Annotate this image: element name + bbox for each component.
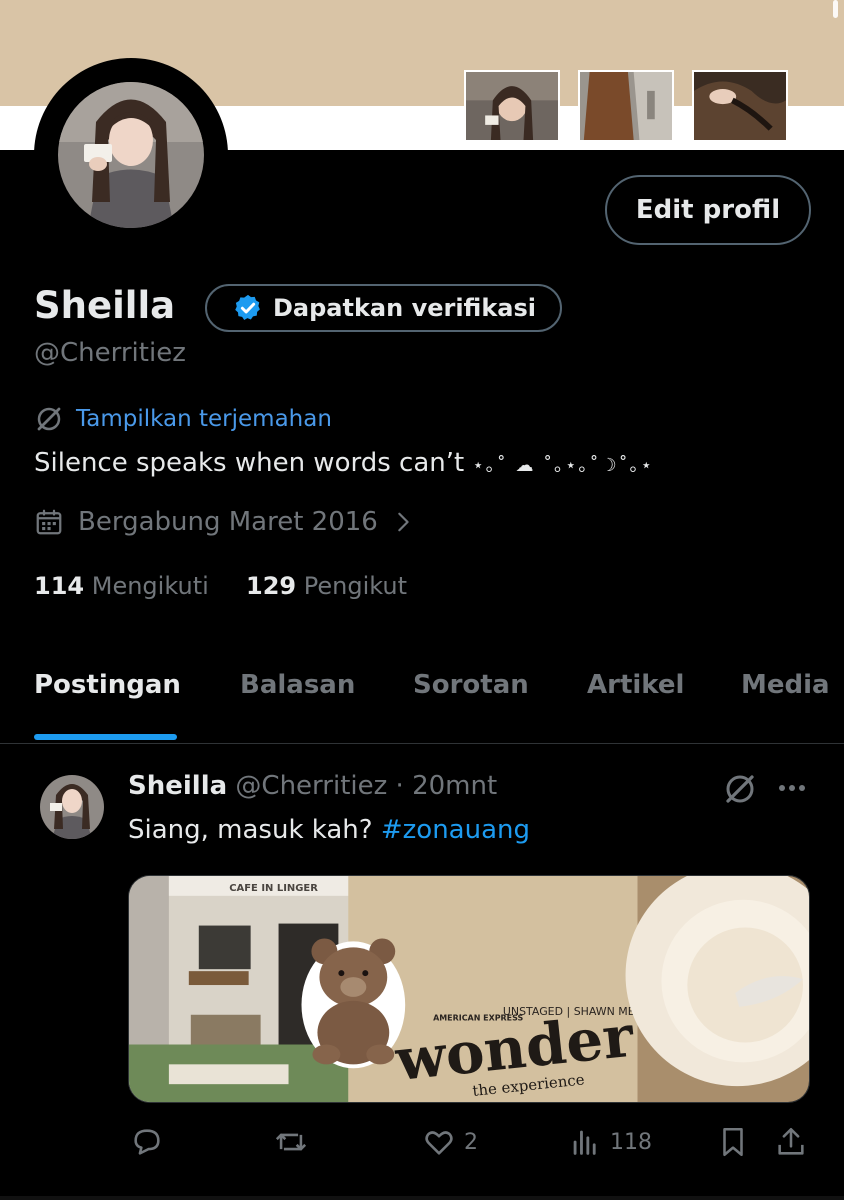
tab-postingan[interactable]: Postingan (34, 670, 181, 700)
chevron-right-icon (398, 512, 409, 532)
like-button[interactable]: 2 (422, 1125, 478, 1159)
banner-photo-2 (578, 70, 674, 142)
post-actions: 2 118 (0, 1125, 844, 1175)
share-icon (778, 1127, 804, 1155)
post-header: Sheilla @Cherritiez · 20mnt (128, 771, 497, 801)
profile-tabs: Postingan Balasan Sorotan Artikel Media (0, 640, 844, 744)
calendar-icon (36, 509, 62, 535)
post-text: Siang, masuk kah? #zonauang (128, 815, 530, 845)
following-count: 114 (34, 572, 85, 600)
bottom-divider (0, 1196, 844, 1200)
tab-media[interactable]: Media (741, 670, 830, 700)
following-label: Mengikuti (91, 572, 209, 600)
heart-icon (425, 1131, 453, 1155)
banner-photo-3 (692, 70, 788, 142)
more-icon[interactable] (776, 775, 808, 801)
bookmark-icon (723, 1127, 743, 1157)
teddy-bear-sticker (301, 938, 406, 1069)
avatar[interactable] (58, 82, 204, 228)
scrollbar-thumb[interactable] (833, 0, 838, 18)
reply-icon (134, 1129, 160, 1155)
show-translation-link[interactable]: Tampilkan terjemahan (34, 404, 332, 434)
active-tab-indicator (34, 734, 177, 740)
profile-handle: @Cherritiez (34, 338, 186, 368)
post-hashtag[interactable]: #zonauang (381, 815, 530, 845)
edit-profile-button[interactable]: Edit profil (605, 175, 811, 245)
following-link[interactable]: 114 Mengikuti (34, 572, 209, 600)
post-time[interactable]: 20mnt (412, 771, 497, 801)
post-avatar[interactable] (40, 775, 104, 839)
show-translation-label: Tampilkan terjemahan (76, 406, 332, 432)
grok-icon[interactable] (722, 771, 758, 807)
profile-bio: Silence speaks when words can’t ⋆｡˚ ☁︎ ˚… (34, 448, 654, 478)
cafe-sign: CAFE IN LINGER (229, 883, 318, 894)
repost-button[interactable] (274, 1125, 308, 1159)
followers-label: Pengikut (303, 572, 408, 600)
followers-link[interactable]: 129 Pengikut (246, 572, 407, 600)
verified-badge-icon (235, 294, 260, 320)
post-item[interactable]: Sheilla @Cherritiez · 20mnt Siang, masuk… (0, 745, 844, 1200)
post-media-image[interactable]: CAFE IN LINGER AMERICAN EXPRESS UNSTAGED… (128, 875, 810, 1103)
tab-artikel[interactable]: Artikel (587, 670, 684, 700)
repost-icon (275, 1133, 307, 1151)
joined-date[interactable]: Bergabung Maret 2016 (34, 507, 414, 537)
profile-name: Sheilla (34, 284, 176, 327)
profile-avatar-ring (34, 58, 228, 252)
get-verified-button[interactable]: Dapatkan verifikasi (205, 284, 563, 332)
tab-sorotan[interactable]: Sorotan (413, 670, 529, 700)
grok-translate-icon (37, 407, 61, 431)
share-button[interactable] (774, 1125, 808, 1159)
views-count: 118 (610, 1129, 652, 1155)
views-button[interactable]: 118 (568, 1125, 652, 1159)
like-count: 2 (464, 1129, 478, 1155)
bookmark-button[interactable] (716, 1125, 750, 1159)
joined-label: Bergabung Maret 2016 (78, 507, 378, 537)
post-body: Siang, masuk kah? (128, 815, 381, 845)
bio-decoration: ⋆｡˚ ☁︎ ˚｡⋆｡˚☽˚｡⋆ (472, 455, 654, 476)
bio-text: Silence speaks when words can’t (34, 448, 473, 478)
post-author-handle[interactable]: @Cherritiez (235, 771, 387, 801)
get-verified-label: Dapatkan verifikasi (273, 294, 537, 322)
views-icon (573, 1130, 596, 1155)
reply-button[interactable] (130, 1125, 164, 1159)
post-author-name[interactable]: Sheilla (128, 771, 227, 801)
followers-count: 129 (246, 572, 297, 600)
banner-photo-1 (464, 70, 560, 142)
tab-balasan[interactable]: Balasan (240, 670, 355, 700)
post-separator: · (395, 771, 404, 801)
